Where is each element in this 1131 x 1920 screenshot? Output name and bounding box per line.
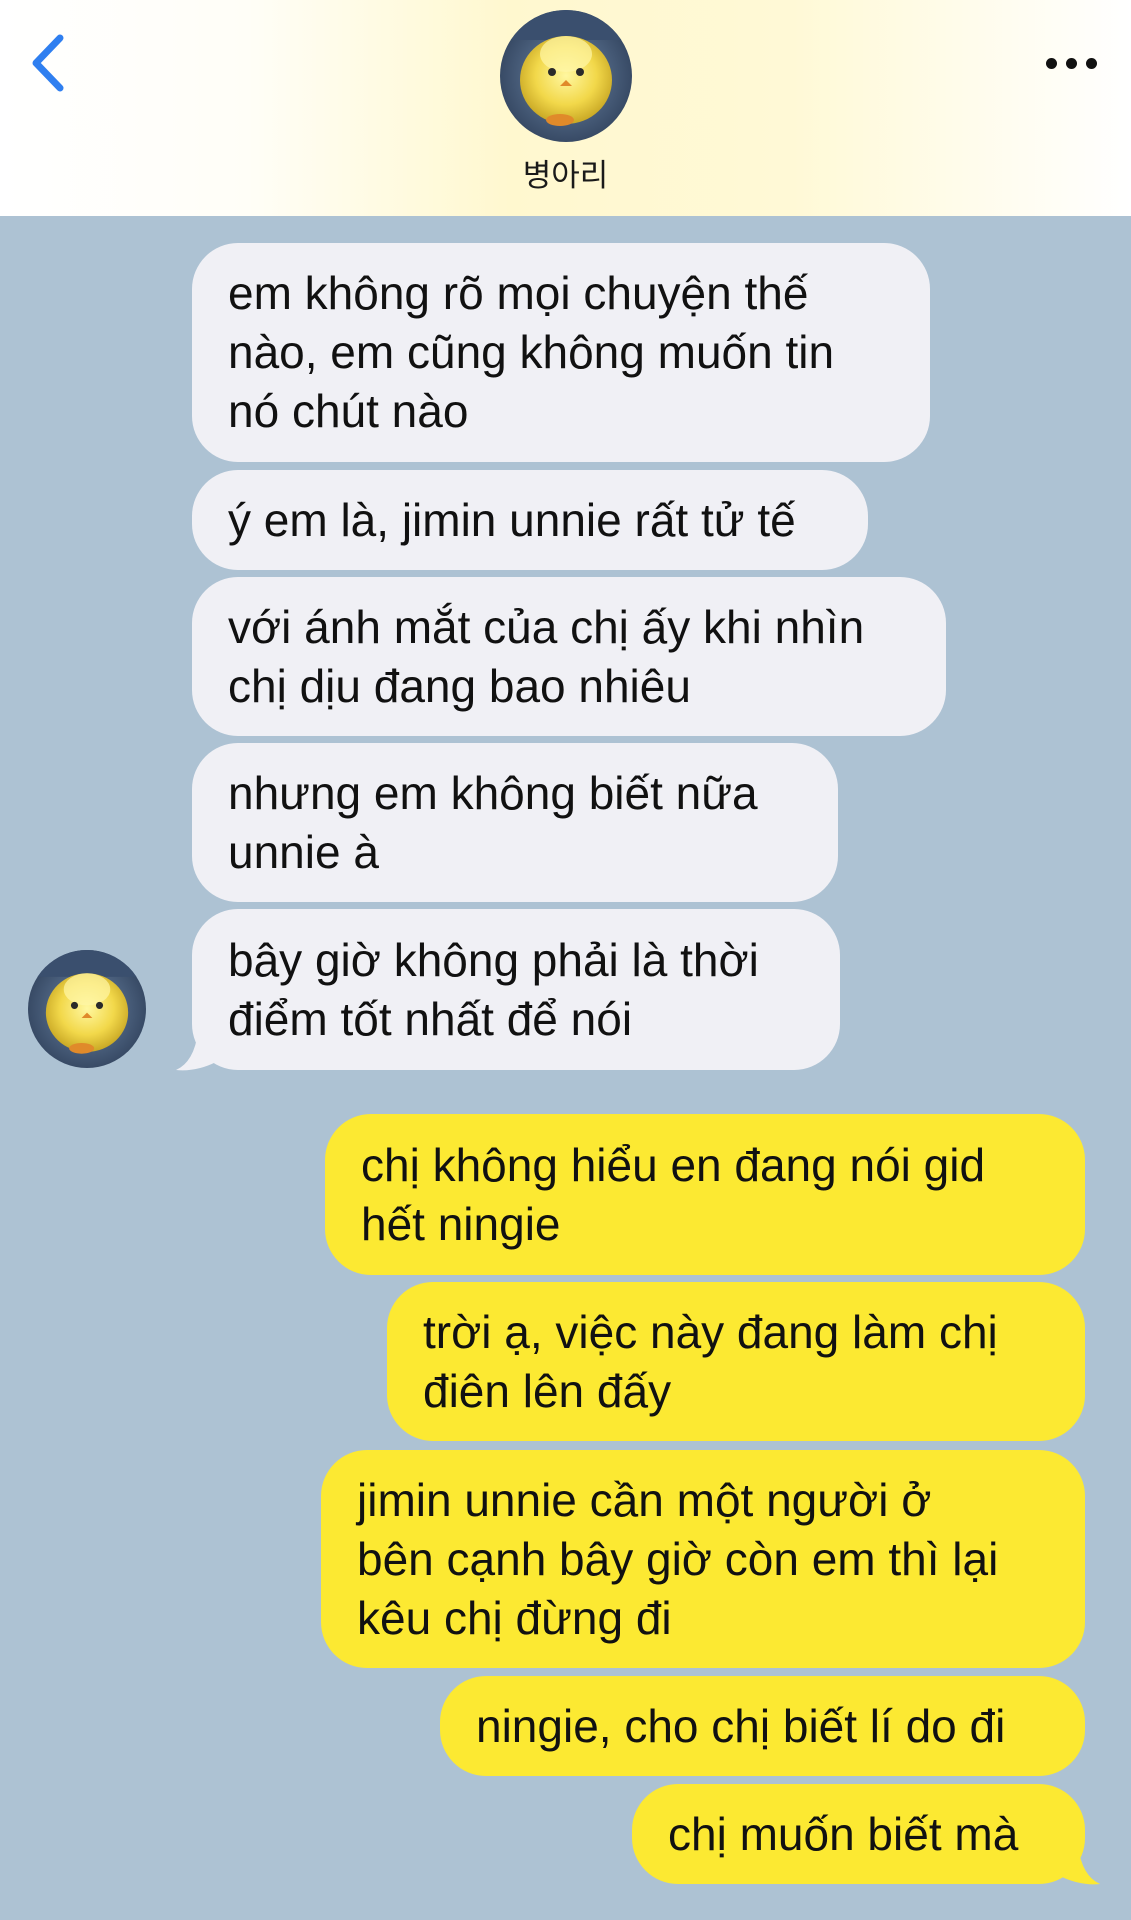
message-text: nhưng em không biết nữa unnie à [228, 766, 758, 878]
outgoing-message[interactable]: trời ạ, việc này đang làm chị điên lên đ… [387, 1282, 1085, 1441]
chick-avatar-image [500, 10, 632, 142]
outgoing-message[interactable]: chị muốn biết mà [632, 1784, 1085, 1884]
contact-avatar[interactable] [500, 10, 632, 142]
outgoing-message[interactable]: jimin unnie cần một người ở bên cạnh bây… [321, 1450, 1085, 1668]
back-button[interactable] [18, 28, 78, 98]
more-options-button[interactable] [1031, 38, 1111, 88]
sender-avatar[interactable] [28, 950, 146, 1068]
more-dot-icon [1045, 57, 1057, 69]
message-text: ý em là, jimin unnie rất tử tế [228, 493, 796, 546]
incoming-message[interactable]: em không rõ mọi chuyện thế nào, em cũng … [192, 243, 930, 462]
message-text: chị không hiểu en đang nói gid hết ningi… [361, 1138, 986, 1250]
incoming-message[interactable]: ý em là, jimin unnie rất tử tế [192, 470, 868, 570]
message-text: trời ạ, việc này đang làm chị điên lên đ… [423, 1305, 998, 1417]
incoming-message[interactable]: nhưng em không biết nữa unnie à [192, 743, 838, 902]
contact-name: 병아리 [522, 158, 609, 194]
chick-avatar-image [28, 950, 146, 1068]
chevron-left-icon [32, 34, 64, 92]
message-text: em không rõ mọi chuyện thế nào, em cũng … [228, 267, 835, 437]
more-dot-icon [1065, 57, 1077, 69]
message-text: với ánh mắt của chị ấy khi nhìn chị dịu … [228, 600, 865, 712]
outgoing-message[interactable]: chị không hiểu en đang nói gid hết ningi… [325, 1114, 1085, 1275]
more-dot-icon [1085, 57, 1097, 69]
message-text: ningie, cho chị biết lí do đi [476, 1699, 1006, 1752]
incoming-message[interactable]: bây giờ không phải là thời điểm tốt nhất… [192, 909, 840, 1070]
chat-header: 병아리 [0, 0, 1131, 216]
message-text: chị muốn biết mà [668, 1807, 1019, 1860]
outgoing-message[interactable]: ningie, cho chị biết lí do đi [440, 1676, 1085, 1776]
message-text: jimin unnie cần một người ở bên cạnh bây… [357, 1473, 999, 1644]
message-text: bây giờ không phải là thời điểm tốt nhất… [228, 933, 759, 1045]
incoming-message[interactable]: với ánh mắt của chị ấy khi nhìn chị dịu … [192, 577, 946, 736]
